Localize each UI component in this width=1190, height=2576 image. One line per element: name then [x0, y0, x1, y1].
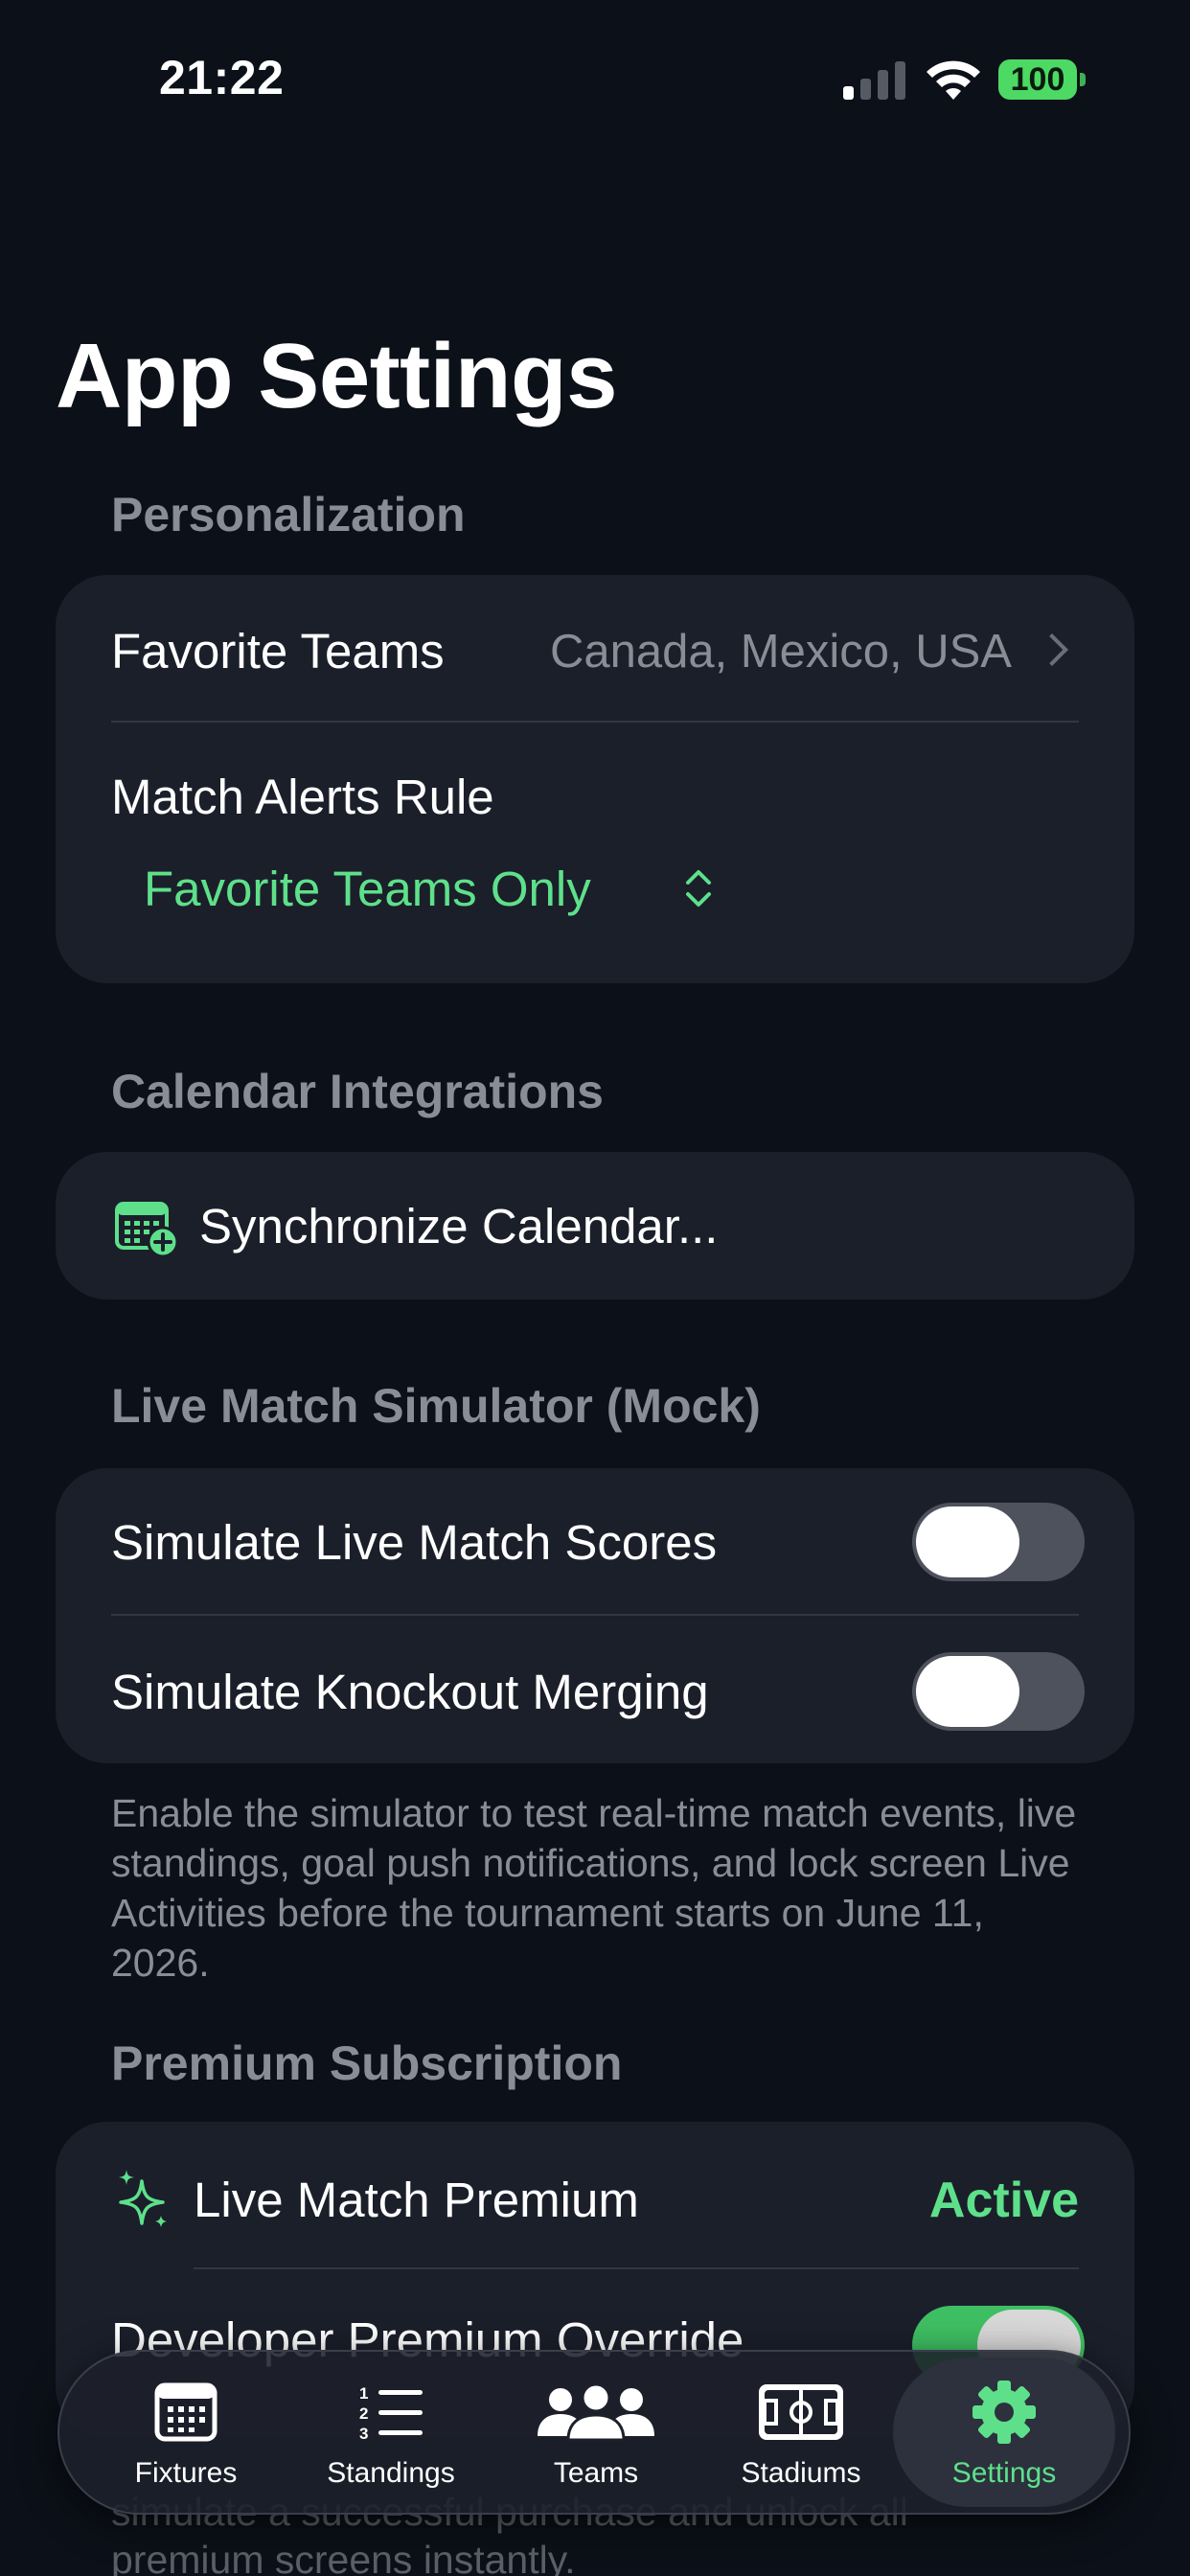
tab-label: Teams — [553, 2457, 639, 2489]
people-icon — [538, 2382, 654, 2442]
sparkles-icon — [119, 2170, 167, 2227]
tab-settings[interactable]: Settings — [893, 2358, 1115, 2507]
battery-indicator: 100 — [998, 59, 1077, 100]
divider — [194, 2267, 1079, 2269]
simulate-knockout-label: Simulate Knockout Merging — [111, 1665, 709, 1719]
chevron-right-icon — [1036, 633, 1068, 666]
divider — [111, 1614, 1079, 1616]
simulator-footnote: Enable the simulator to test real-time m… — [111, 1791, 1077, 1985]
section-header-calendar: Calendar Integrations — [111, 1065, 604, 1118]
numbered-list-icon: 1 2 3 — [359, 2384, 423, 2442]
simulate-live-scores-toggle[interactable] — [912, 1503, 1085, 1581]
premium-footnote-line-2: premium screens instantly. — [111, 2538, 576, 2576]
page-title: App Settings — [56, 325, 617, 427]
simulator-card: Simulate Live Match Scores Simulate Knoc… — [56, 1468, 1134, 1763]
gear-icon — [973, 2380, 1036, 2444]
svg-text:2: 2 — [359, 2404, 368, 2423]
battery-tip — [1080, 73, 1086, 86]
tab-label: Standings — [327, 2457, 455, 2489]
match-alerts-label: Match Alerts Rule — [111, 770, 494, 824]
svg-text:3: 3 — [359, 2425, 368, 2442]
wifi-icon — [927, 60, 980, 100]
match-alerts-picker[interactable]: Favorite Teams Only — [144, 853, 757, 930]
section-header-simulator: Live Match Simulator (Mock) — [111, 1379, 761, 1433]
synchronize-calendar-button[interactable]: Synchronize Calendar... — [56, 1152, 1134, 1300]
favorite-teams-label: Favorite Teams — [111, 624, 445, 678]
simulate-knockout-toggle[interactable] — [912, 1652, 1085, 1731]
simulate-live-scores-label: Simulate Live Match Scores — [111, 1515, 718, 1570]
synchronize-calendar-label: Synchronize Calendar... — [199, 1199, 719, 1254]
tab-bar: Fixtures 1 2 3 Standings Teams Stadiums … — [57, 2350, 1131, 2515]
premium-status-badge: Active — [928, 2173, 1079, 2228]
soccer-field-icon — [759, 2384, 843, 2440]
svg-text:1: 1 — [359, 2384, 368, 2403]
tab-standings[interactable]: 1 2 3 Standings — [286, 2352, 496, 2517]
tab-teams[interactable]: Teams — [491, 2352, 701, 2517]
section-header-personalization: Personalization — [111, 488, 466, 541]
tab-label: Fixtures — [134, 2457, 238, 2489]
tab-stadiums[interactable]: Stadiums — [696, 2352, 906, 2517]
live-premium-label: Live Match Premium — [194, 2173, 639, 2227]
tab-label: Settings — [951, 2457, 1057, 2489]
tab-label: Stadiums — [741, 2457, 861, 2489]
calendar-add-icon — [115, 1202, 178, 1257]
toggle-knob — [916, 1656, 1019, 1727]
favorite-teams-row[interactable]: Favorite Teams Canada, Mexico, USA — [56, 575, 1134, 721]
match-alerts-value: Favorite Teams Only — [144, 862, 591, 916]
favorite-teams-value: Canada, Mexico, USA — [549, 626, 1012, 678]
section-header-premium: Premium Subscription — [111, 2036, 623, 2090]
cellular-signal-icon — [843, 61, 905, 100]
status-bar: 21:22 100 — [0, 0, 1190, 153]
personalization-card: Favorite Teams Canada, Mexico, USA Match… — [56, 575, 1134, 983]
toggle-knob — [916, 1506, 1019, 1577]
calendar-grid-icon — [154, 2382, 217, 2442]
tab-fixtures[interactable]: Fixtures — [80, 2352, 291, 2517]
chevron-up-down-icon — [686, 870, 711, 907]
divider — [111, 721, 1079, 723]
status-time: 21:22 — [159, 51, 285, 104]
